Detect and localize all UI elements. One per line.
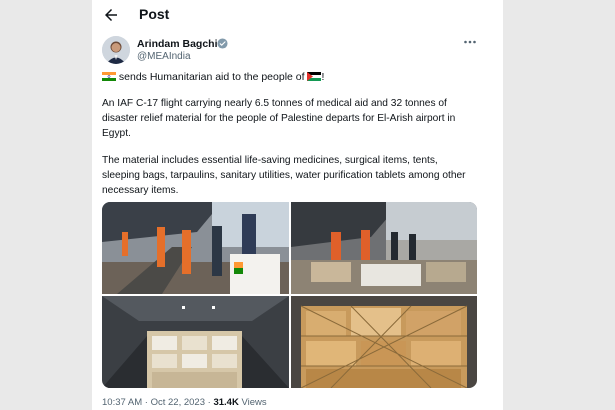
photo-netted-relief-boxes[interactable] [291, 296, 477, 388]
verified-badge-icon [217, 38, 228, 49]
post-date[interactable]: Oct 22, 2023 [151, 397, 205, 408]
views-label: Views [241, 397, 267, 408]
post-header: Post [92, 0, 503, 30]
more-options-icon[interactable] [463, 37, 477, 47]
meta-separator-2: · [207, 397, 211, 408]
tweet-paragraph-2: The material includes essential life-sav… [102, 155, 466, 196]
post-card: Post Arindam Bagchi @MEAIndia sends Huma… [92, 0, 503, 410]
meta-separator: · [144, 397, 148, 408]
page-margin-right [503, 0, 615, 410]
tweet-first-line: sends Humanitarian aid to the people of … [102, 71, 492, 85]
author-name[interactable]: Arindam Bagchi [137, 38, 218, 50]
palestine-flag-icon [307, 71, 322, 81]
tweet-paragraph-1: An IAF C-17 flight carrying nearly 6.5 t… [102, 98, 456, 139]
post-meta: 10:37 AM · Oct 22, 2023 · 31.4K Views [102, 397, 267, 408]
india-flag-icon [102, 71, 116, 81]
page-title: Post [139, 6, 170, 22]
photo-aircraft-cargo-hold[interactable] [291, 202, 477, 294]
media-grid [102, 202, 477, 388]
page-margin-left [0, 0, 92, 410]
back-arrow-icon[interactable] [102, 6, 120, 24]
avatar-image [102, 36, 130, 64]
avatar[interactable] [102, 36, 130, 64]
photo-loading-aid[interactable] [102, 202, 289, 294]
tweet-first-line-end: ! [321, 71, 325, 83]
author-handle[interactable]: @MEAIndia [137, 51, 191, 62]
post-time[interactable]: 10:37 AM [102, 397, 142, 408]
views-count: 31.4K [213, 397, 239, 408]
tweet-first-line-text: sends Humanitarian aid to the people of [116, 71, 308, 83]
photo-cargo-pallets[interactable] [102, 296, 289, 388]
